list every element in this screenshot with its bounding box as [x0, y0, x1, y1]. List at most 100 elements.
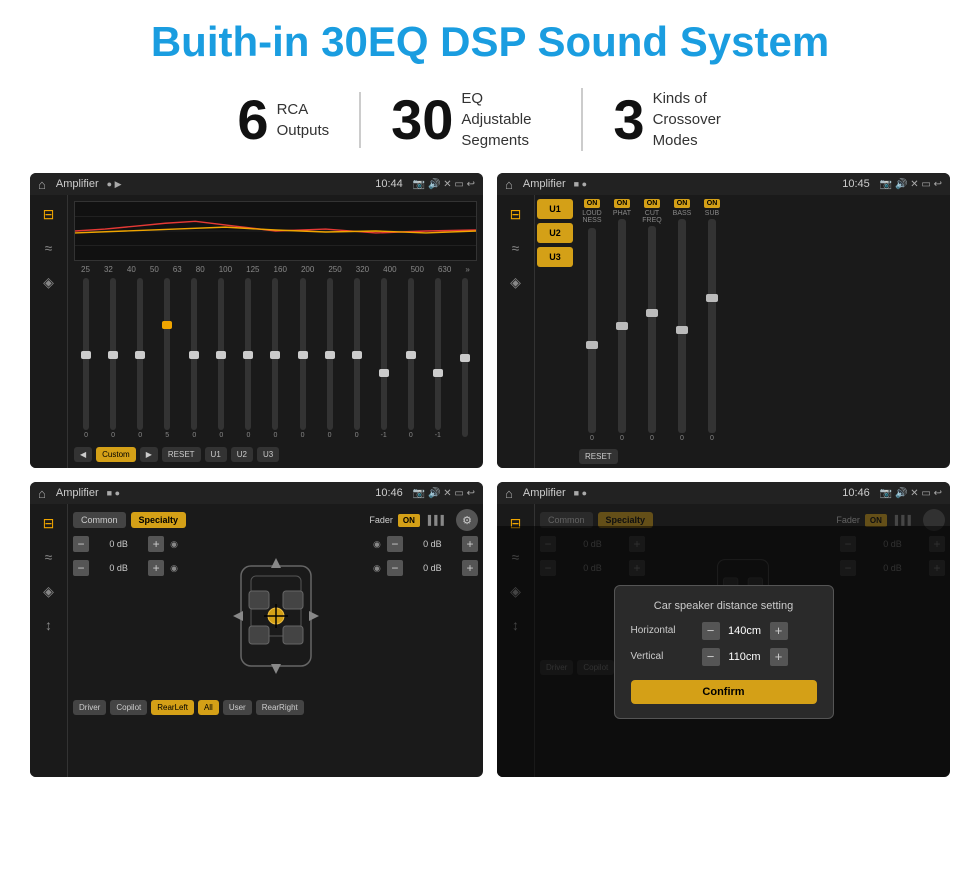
cv-minus-3[interactable]: −	[387, 536, 403, 552]
ch-phat-track[interactable]	[618, 219, 626, 433]
ch-bass-on[interactable]: ON	[674, 199, 691, 208]
eq-u2-btn[interactable]: U2	[231, 447, 253, 462]
cv-plus-1[interactable]: +	[148, 536, 164, 552]
eq-u1-btn[interactable]: U1	[205, 447, 227, 462]
u2-btn[interactable]: U2	[537, 223, 573, 243]
dlg-icons-right: 📷 🔊 ✕ ▭ ↩	[880, 488, 942, 499]
dlg-app-name: Amplifier	[523, 487, 566, 499]
cv-sidebar-vol-icon[interactable]: ◈	[35, 580, 63, 602]
cv-plus-4[interactable]: +	[462, 560, 478, 576]
eq-track-2[interactable]	[110, 278, 116, 430]
cv-sidebar-arrow-icon[interactable]: ↕	[35, 614, 63, 636]
eq-track-3[interactable]	[137, 278, 143, 430]
eq-track-14[interactable]	[435, 278, 441, 430]
cv-minus-2[interactable]: −	[73, 560, 89, 576]
eq-sidebar-wave-icon[interactable]: ≈	[35, 237, 63, 259]
eq-custom-btn[interactable]: Custom	[96, 447, 136, 462]
eq-slider-12: -1	[372, 278, 396, 439]
cv-sidebar-eq-icon[interactable]: ⊟	[35, 512, 63, 534]
eq-bottom-bar: ◀ Custom ▶ RESET U1 U2 U3	[74, 447, 477, 462]
eq-track-6[interactable]	[218, 278, 224, 430]
cv-plus-3[interactable]: +	[462, 536, 478, 552]
eq-track-11[interactable]	[354, 278, 360, 430]
cv-tab-common[interactable]: Common	[73, 512, 126, 528]
u-sidebar-eq-icon[interactable]: ⊟	[502, 203, 530, 225]
stat-crossover-number: 3	[613, 92, 644, 148]
eq-track-4[interactable]	[164, 278, 170, 430]
eq-track-15[interactable]	[462, 278, 468, 437]
dlg-home-icon[interactable]: ⌂	[505, 486, 513, 501]
ch-phat: ON PHAT 0	[609, 199, 635, 442]
u-channels-panel: ON LOUDNESS 0 ON	[575, 195, 950, 468]
ch-sub: ON SUB 0	[699, 199, 725, 442]
dlg-bg-on-badge: ON	[865, 514, 887, 527]
cv-settings-icon[interactable]: ⚙	[456, 509, 478, 531]
cv-speaker-icon-2: ◉	[170, 563, 178, 574]
eq-sidebar-eq-icon[interactable]: ⊟	[35, 203, 63, 225]
ch-cutfreq-on[interactable]: ON	[644, 199, 661, 208]
ch-sub-track[interactable]	[708, 219, 716, 433]
eq-track-9[interactable]	[300, 278, 306, 430]
eq-u3-btn[interactable]: U3	[257, 447, 279, 462]
u-reset-btn[interactable]: RESET	[579, 449, 618, 464]
eq-prev-btn[interactable]: ◀	[74, 447, 92, 462]
cv-main: Common Specialty Fader ON ▌▌▌ ⚙	[68, 504, 483, 777]
ch-loudness: ON LOUDNESS 0	[579, 199, 605, 442]
eq-reset-btn[interactable]: RESET	[162, 447, 201, 462]
u1-btn[interactable]: U1	[537, 199, 573, 219]
dialog-confirm-button[interactable]: Confirm	[631, 680, 817, 704]
cv-tab-row: Common Specialty Fader ON ▌▌▌ ⚙	[73, 509, 478, 531]
cv-tab-specialty[interactable]: Specialty	[131, 512, 187, 528]
stat-rca-number: 6	[237, 92, 268, 148]
u-home-icon[interactable]: ⌂	[505, 177, 513, 192]
eq-track-5[interactable]	[191, 278, 197, 430]
cv-sidebar-wave-icon[interactable]: ≈	[35, 546, 63, 568]
cv-fader-bars: ▌▌▌	[428, 515, 447, 525]
dialog-v-minus[interactable]: −	[702, 648, 720, 666]
u-sidebar-wave-icon[interactable]: ≈	[502, 237, 530, 259]
eq-sidebar-speaker-icon[interactable]: ◈	[35, 271, 63, 293]
dialog-h-minus[interactable]: −	[702, 622, 720, 640]
cv-minus-4[interactable]: −	[387, 560, 403, 576]
cv-copilot-btn[interactable]: Copilot	[110, 700, 147, 715]
eq-band-80: 80	[196, 265, 205, 274]
eq-track-13[interactable]	[408, 278, 414, 430]
cv-user-btn[interactable]: User	[223, 700, 252, 715]
eq-val-11: 0	[355, 432, 359, 439]
dialog-v-plus[interactable]: +	[770, 648, 788, 666]
ch-cutfreq-track[interactable]	[648, 226, 656, 433]
cv-speaker-icon-3: ◉	[373, 539, 381, 550]
eq-time: 10:44	[375, 178, 403, 190]
cv-minus-1[interactable]: −	[73, 536, 89, 552]
ch-loudness-track[interactable]	[588, 228, 596, 433]
cv-rearright-btn[interactable]: RearRight	[256, 700, 304, 715]
cv-on-badge[interactable]: ON	[398, 514, 420, 527]
u-time: 10:45	[842, 178, 870, 190]
cv-home-icon[interactable]: ⌂	[38, 486, 46, 501]
eq-track-1[interactable]	[83, 278, 89, 430]
eq-track-7[interactable]	[245, 278, 251, 430]
cv-plus-2[interactable]: +	[148, 560, 164, 576]
u3-btn[interactable]: U3	[537, 247, 573, 267]
cv-all-btn[interactable]: All	[198, 700, 219, 715]
dialog-h-plus[interactable]: +	[770, 622, 788, 640]
ch-phat-on[interactable]: ON	[614, 199, 631, 208]
eq-band-320: 320	[356, 265, 369, 274]
ch-sub-on[interactable]: ON	[704, 199, 721, 208]
ch-bass-track[interactable]	[678, 219, 686, 433]
ch-loudness-on[interactable]: ON	[584, 199, 601, 208]
ch-bass-label: BASS	[673, 210, 692, 217]
eq-play-btn[interactable]: ▶	[140, 447, 158, 462]
u-sidebar-speaker-icon[interactable]: ◈	[502, 271, 530, 293]
eq-track-10[interactable]	[327, 278, 333, 430]
eq-val-13: 0	[409, 432, 413, 439]
ch-phat-val: 0	[620, 435, 624, 442]
cv-db-val-4: 0 dB	[407, 563, 458, 573]
cv-speaker-icon-4: ◉	[373, 563, 381, 574]
cv-fader-label: Fader	[369, 515, 393, 525]
cv-driver-btn[interactable]: Driver	[73, 700, 106, 715]
eq-home-icon[interactable]: ⌂	[38, 177, 46, 192]
eq-track-12[interactable]	[381, 278, 387, 430]
eq-track-8[interactable]	[272, 278, 278, 430]
cv-rearleft-btn[interactable]: RearLeft	[151, 700, 194, 715]
